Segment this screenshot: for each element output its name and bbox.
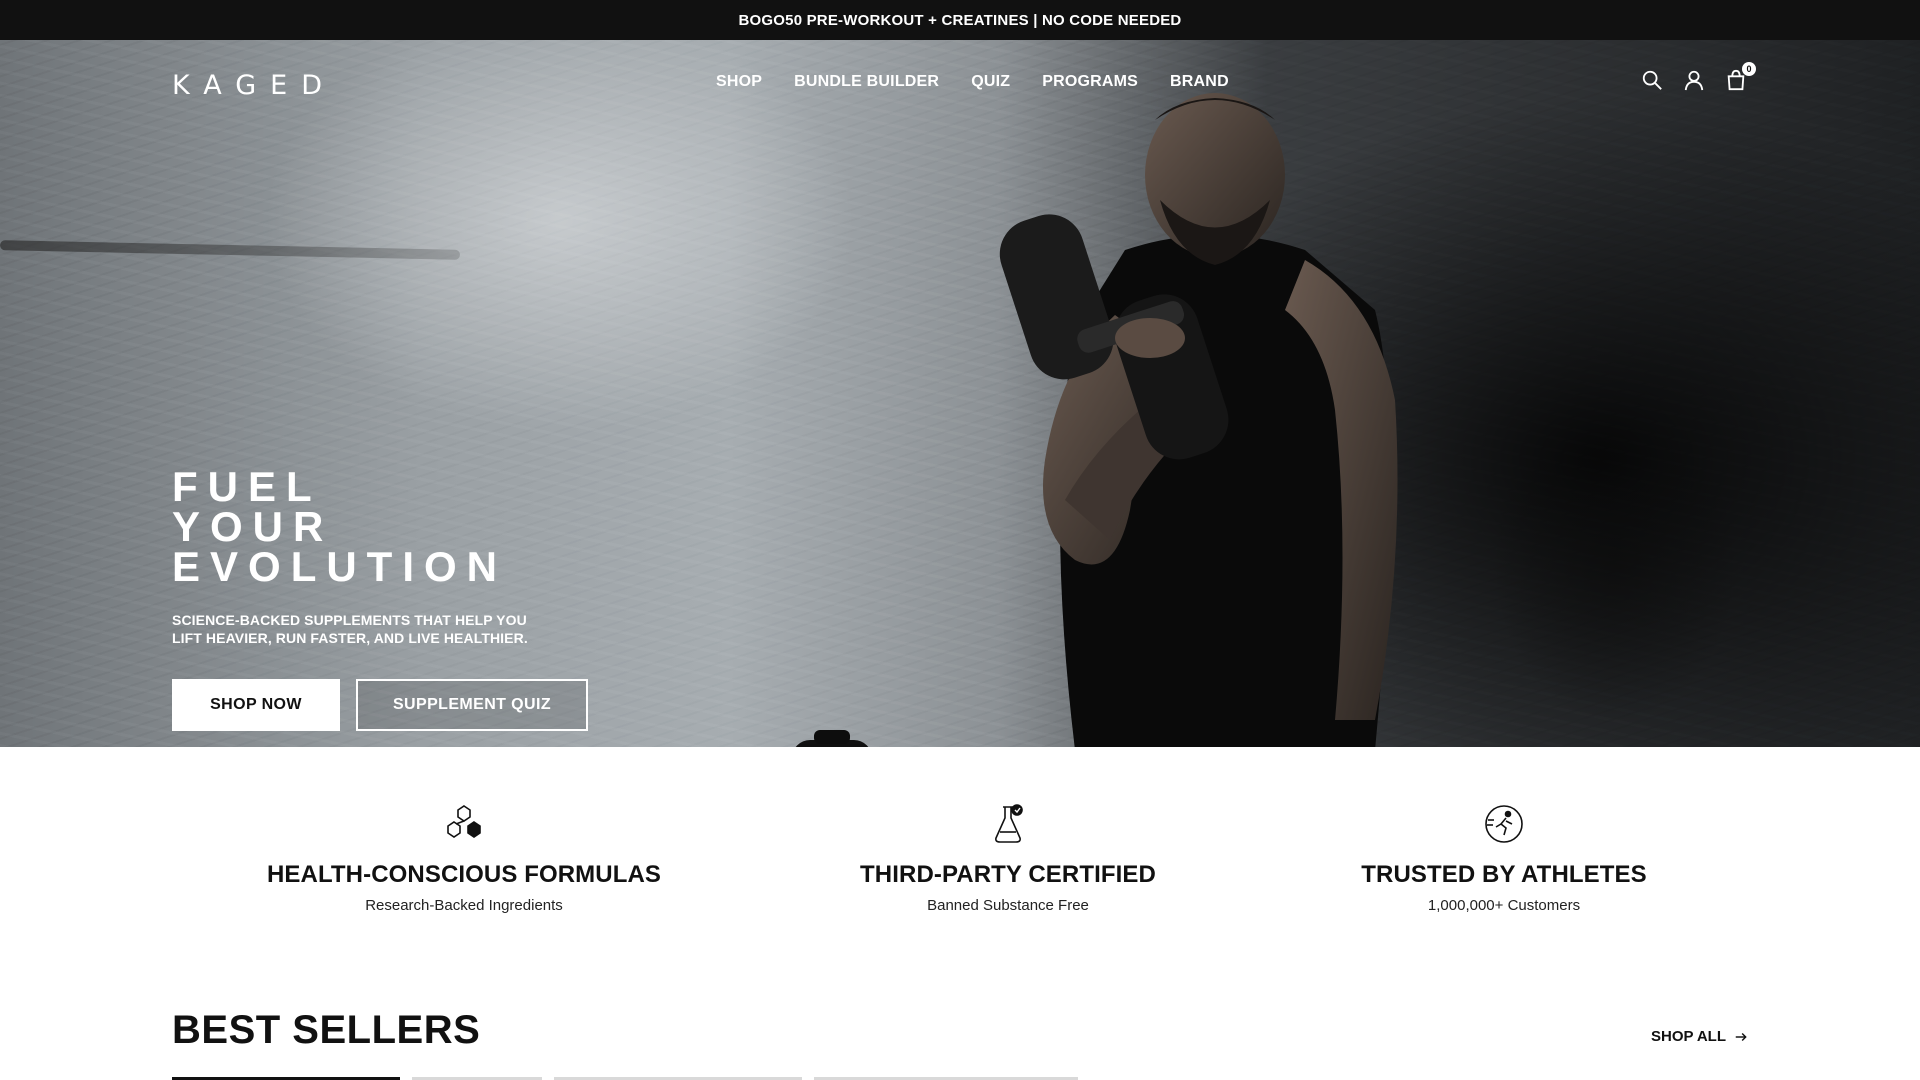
best-sellers-title: BEST SELLERS (172, 1008, 481, 1052)
feature-title: HEALTH-CONSCIOUS FORMULAS (266, 861, 662, 888)
feature-subtitle: Research-Backed Ingredients (365, 897, 563, 914)
kaged-logo[interactable]: KAGED (172, 70, 336, 101)
athlete-photo (999, 93, 1398, 747)
hero-title-line: FUEL (172, 463, 322, 510)
main-nav: SHOP BUNDLE BUILDER QUIZ PROGRAMS BRAND (716, 73, 1229, 91)
hero-subtitle-line: LIFT HEAVIER, RUN FASTER, AND LIVE HEALT… (172, 630, 528, 646)
feature-item: HEALTH-CONSCIOUS FORMULAS Research-Backe… (234, 802, 694, 914)
feature-title: TRUSTED BY ATHLETES (1361, 861, 1647, 888)
hero-banner: FUEL YOUR EVOLUTION SCIENCE-BACKED SUPPL… (0, 40, 1920, 747)
arrow-right-icon (1735, 1032, 1747, 1041)
hero-title: FUEL YOUR EVOLUTION (172, 463, 508, 590)
search-icon[interactable] (1640, 68, 1664, 92)
runner-icon (1485, 805, 1523, 843)
shop-all-link[interactable]: SHOP ALL (1651, 1028, 1748, 1045)
feature-item: TRUSTED BY ATHLETES 1,000,000+ Customers (1274, 802, 1734, 914)
shopping-bag-icon[interactable]: 0 (1724, 62, 1756, 92)
promo-bar: BOGO50 PRE-WORKOUT + CREATINES | NO CODE… (0, 0, 1920, 40)
feature-subtitle: 1,000,000+ Customers (1427, 897, 1581, 914)
shop-now-button[interactable]: SHOP NOW (172, 679, 340, 731)
nav-item-shop[interactable]: SHOP (716, 73, 762, 91)
promo-text: BOGO50 PRE-WORKOUT + CREATINES | NO CODE… (738, 11, 1182, 29)
hero-subtitle: SCIENCE-BACKED SUPPLEMENTS THAT HELP YOU… (172, 611, 552, 647)
feature-subtitle: Banned Substance Free (927, 897, 1089, 914)
hero-title-line: YOUR (172, 503, 334, 550)
header-actions: 0 (1640, 62, 1756, 92)
features-strip: HEALTH-CONSCIOUS FORMULAS Research-Backe… (0, 747, 1920, 947)
wall-shadow (1490, 425, 1740, 725)
flask-check-icon (995, 804, 1023, 843)
shop-all-label: SHOP ALL (1650, 1028, 1726, 1045)
molecule-icon (447, 805, 481, 838)
hero-subtitle-line: SCIENCE-BACKED SUPPLEMENTS THAT HELP YOU (172, 612, 527, 628)
site-header: KAGED SHOP BUNDLE BUILDER QUIZ PROGRAMS … (0, 40, 1920, 126)
shaker-bottle (792, 730, 872, 747)
nav-item-quiz[interactable]: QUIZ (971, 73, 1010, 91)
feature-item: THIRD-PARTY CERTIFIED Banned Substance F… (778, 802, 1238, 914)
nav-item-bundle-builder[interactable]: BUNDLE BUILDER (794, 73, 939, 91)
hero-title-line: EVOLUTION (172, 543, 508, 590)
nav-item-brand[interactable]: BRAND (1170, 73, 1229, 91)
feature-title: THIRD-PARTY CERTIFIED (860, 861, 1156, 888)
supplement-quiz-button[interactable]: SUPPLEMENT QUIZ (356, 679, 588, 731)
cart-count-badge: 0 (1742, 62, 1756, 76)
user-icon[interactable] (1682, 68, 1706, 92)
nav-item-programs[interactable]: PROGRAMS (1042, 73, 1138, 91)
